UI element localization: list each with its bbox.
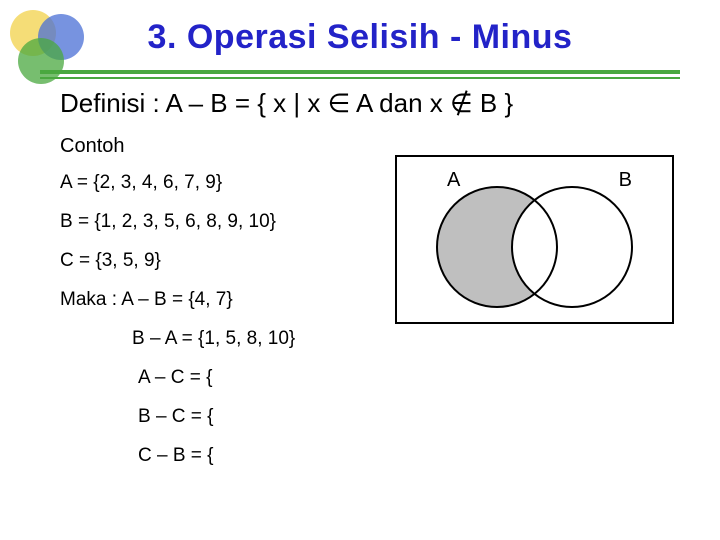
line-b-minus-c: B – C = { xyxy=(60,407,295,426)
venn-label-b: B xyxy=(619,169,632,192)
line-b-minus-a: B – A = {1, 5, 8, 10} xyxy=(60,329,295,348)
line-set-c: C = {3, 5, 9} xyxy=(60,251,295,270)
definition-text: Definisi : A – B = { x | x ∈ A dan x ∉ B… xyxy=(60,88,513,119)
slide-title: 3. Operasi Selisih - Minus xyxy=(0,18,720,57)
line-c-minus-b: C – B = { xyxy=(60,446,295,465)
venn-label-a: A xyxy=(447,169,460,192)
example-label: Contoh xyxy=(60,135,125,158)
line-maka: Maka : A – B = {4, 7} xyxy=(60,290,295,309)
line-set-b: B = {1, 2, 3, 5, 6, 8, 9, 10} xyxy=(60,212,295,231)
title-underline-thin xyxy=(40,77,680,79)
line-a-minus-c: A – C = { xyxy=(60,368,295,387)
title-underline-thick xyxy=(40,70,680,74)
line-set-a: A = {2, 3, 4, 6, 7, 9} xyxy=(60,173,295,192)
venn-diagram: A B xyxy=(395,155,674,324)
example-lines: A = {2, 3, 4, 6, 7, 9} B = {1, 2, 3, 5, … xyxy=(60,173,295,485)
